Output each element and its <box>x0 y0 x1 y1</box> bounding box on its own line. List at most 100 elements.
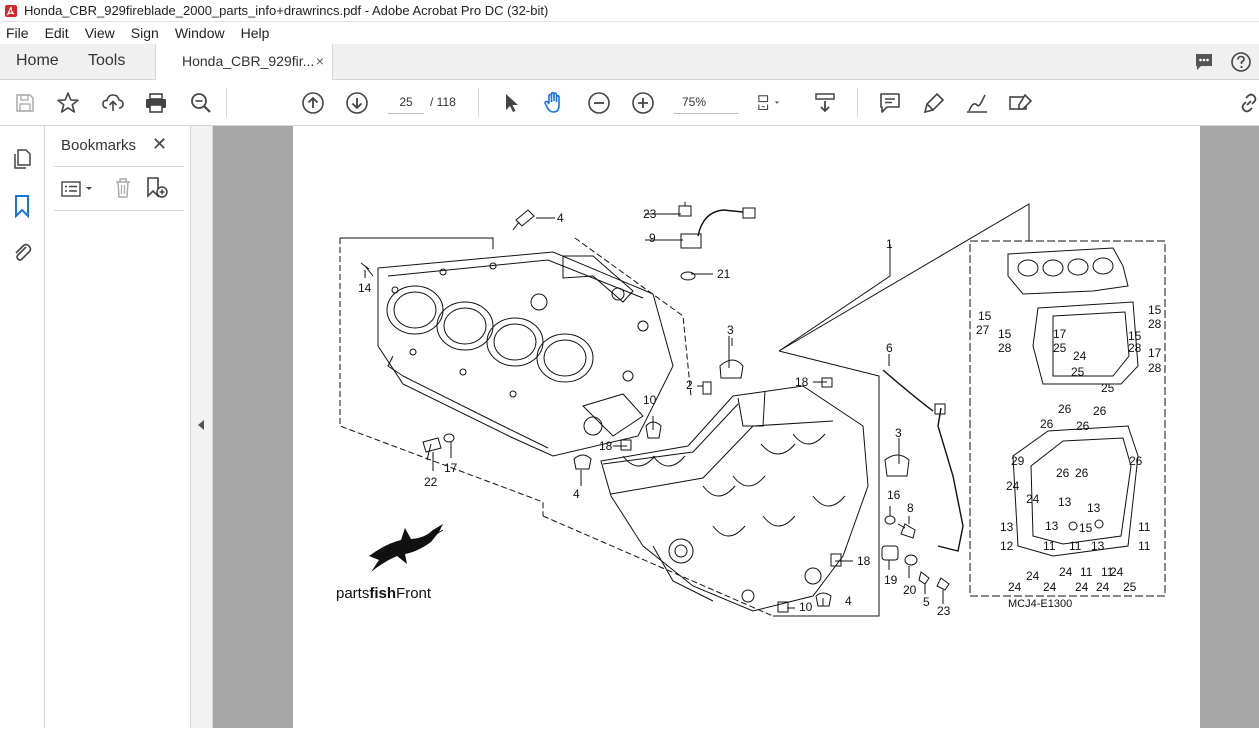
inset-15e: 17 <box>1148 346 1162 360</box>
inset-15a: 15 <box>978 309 992 323</box>
menu-window[interactable]: Window <box>167 25 233 41</box>
save-icon[interactable] <box>12 90 38 116</box>
callout-2: 2 <box>686 378 693 392</box>
bookmarks-close-button[interactable]: ✕ <box>152 134 167 155</box>
inset-24j: 25 <box>1123 580 1137 594</box>
page-down-icon[interactable] <box>344 90 370 116</box>
logo-text: partsfishFront <box>336 585 432 602</box>
chat-icon[interactable] <box>1193 51 1215 73</box>
fill-sign-icon[interactable] <box>1008 90 1034 116</box>
callout-20: 20 <box>903 583 917 597</box>
title-bar: Honda_CBR_929fireblade_2000_parts_info+d… <box>0 0 1259 22</box>
tab-home[interactable]: Home <box>16 44 59 80</box>
page-thumbnails-icon[interactable] <box>11 148 33 170</box>
zoom-search-icon[interactable] <box>188 90 214 116</box>
comment-icon[interactable] <box>877 90 903 116</box>
bookmark-icon[interactable] <box>12 194 32 218</box>
help-icon[interactable] <box>1230 51 1252 73</box>
menu-sign[interactable]: Sign <box>123 25 167 41</box>
callout-17: 17 <box>444 461 458 475</box>
inset-17b: 24 <box>1073 349 1087 363</box>
zoom-in-icon[interactable] <box>630 90 656 116</box>
bookmarks-panel: Bookmarks ✕ <box>46 126 190 728</box>
inset-26f: 26 <box>1075 466 1089 480</box>
inset-28a: 28 <box>998 341 1012 355</box>
tab-tools[interactable]: Tools <box>88 44 125 80</box>
highlight-icon[interactable] <box>921 90 947 116</box>
callout-6: 6 <box>886 341 893 355</box>
inset-12a: 12 <box>1000 539 1014 553</box>
page-number-input[interactable]: 25 <box>388 90 424 114</box>
inset-25a: 25 <box>1053 341 1067 355</box>
delete-bookmark-icon[interactable] <box>112 176 134 200</box>
callout-22: 22 <box>424 475 438 489</box>
callout-14: 14 <box>358 281 372 295</box>
menu-edit[interactable]: Edit <box>37 25 77 41</box>
callout-4a: 4 <box>573 487 580 501</box>
inset-11b: 11 <box>1043 539 1056 553</box>
tab-close-button[interactable]: × <box>316 44 324 78</box>
callout-18b: 18 <box>599 439 613 453</box>
drawing-code: MCJ4-E1300 <box>1008 598 1072 610</box>
page-total: / 118 <box>430 95 456 109</box>
inset-17a: 17 <box>1053 327 1067 341</box>
inset-24a: 24 <box>1006 479 1020 493</box>
window-title: Honda_CBR_929fireblade_2000_parts_info+d… <box>24 3 549 18</box>
star-icon[interactable] <box>55 90 81 116</box>
bookmark-options-icon[interactable] <box>60 178 96 200</box>
callout-23a: 23 <box>643 207 657 221</box>
tab-document[interactable]: Honda_CBR_929fir... × <box>155 44 333 81</box>
inset-28b: 28 <box>1128 341 1142 355</box>
menu-file[interactable]: File <box>0 25 37 41</box>
callout-10b: 10 <box>799 600 813 614</box>
tab-bar: Home Tools Honda_CBR_929fir... × <box>0 44 1259 81</box>
inset-13d: 13 <box>1045 519 1059 533</box>
acrobat-icon <box>5 4 17 17</box>
collapse-arrow-icon[interactable] <box>198 420 204 430</box>
fit-page-icon[interactable] <box>756 90 782 116</box>
scroll-mode-icon[interactable] <box>812 90 838 116</box>
inset-26b: 26 <box>1093 404 1107 418</box>
callout-19: 19 <box>884 573 898 587</box>
inset-24i: 24 <box>1096 580 1110 594</box>
attachment-icon[interactable] <box>11 240 33 264</box>
menu-view[interactable]: View <box>77 25 123 41</box>
inset-27: 27 <box>976 323 990 337</box>
new-bookmark-icon[interactable] <box>144 176 170 200</box>
hand-icon[interactable] <box>541 90 567 116</box>
inset-13a: 13 <box>1058 495 1072 509</box>
inset-26d: 26 <box>1076 419 1090 433</box>
inset-24b: 24 <box>1026 492 1040 506</box>
upload-icon[interactable] <box>100 90 126 116</box>
inset-15b: 15 <box>998 327 1012 341</box>
zoom-out-icon[interactable] <box>586 90 612 116</box>
callout-10a: 10 <box>643 393 657 407</box>
partsfish-logo: partsfishFront <box>336 524 444 602</box>
inset-13c: 13 <box>1000 520 1014 534</box>
vertical-scroll-area[interactable] <box>1201 126 1259 728</box>
panel-collapse-divider[interactable] <box>190 126 213 728</box>
inset-15d: 15 <box>1148 303 1162 317</box>
inset-25b: 25 <box>1071 365 1085 379</box>
page-up-icon[interactable] <box>300 90 326 116</box>
inset-11e: 11 <box>1080 565 1093 579</box>
zoom-input[interactable]: 75% <box>674 90 738 114</box>
left-rail <box>0 126 45 728</box>
callout-16: 16 <box>887 488 901 502</box>
parts-diagram: 4 23 9 21 1 3 2 6 18 10 18 4 3 16 8 18 1… <box>336 202 1166 618</box>
callout-labels: 4 23 9 21 1 3 2 6 18 10 18 4 3 16 8 18 1… <box>358 207 1162 618</box>
print-icon[interactable] <box>143 90 169 116</box>
inset-13b: 13 <box>1087 501 1101 515</box>
inset-28c: 28 <box>1148 317 1162 331</box>
select-cursor-icon[interactable] <box>498 90 524 116</box>
link-icon[interactable] <box>1236 90 1259 116</box>
callout-8: 8 <box>907 501 914 515</box>
sign-icon[interactable] <box>964 90 990 116</box>
callout-23b: 23 <box>937 604 951 618</box>
inset-24f: 24 <box>1008 580 1022 594</box>
menu-help[interactable]: Help <box>233 25 278 41</box>
callout-3a: 3 <box>727 323 734 337</box>
callout-9: 9 <box>649 231 656 245</box>
lower-crankcase <box>600 385 869 612</box>
inset-13e: 15 <box>1079 521 1093 535</box>
